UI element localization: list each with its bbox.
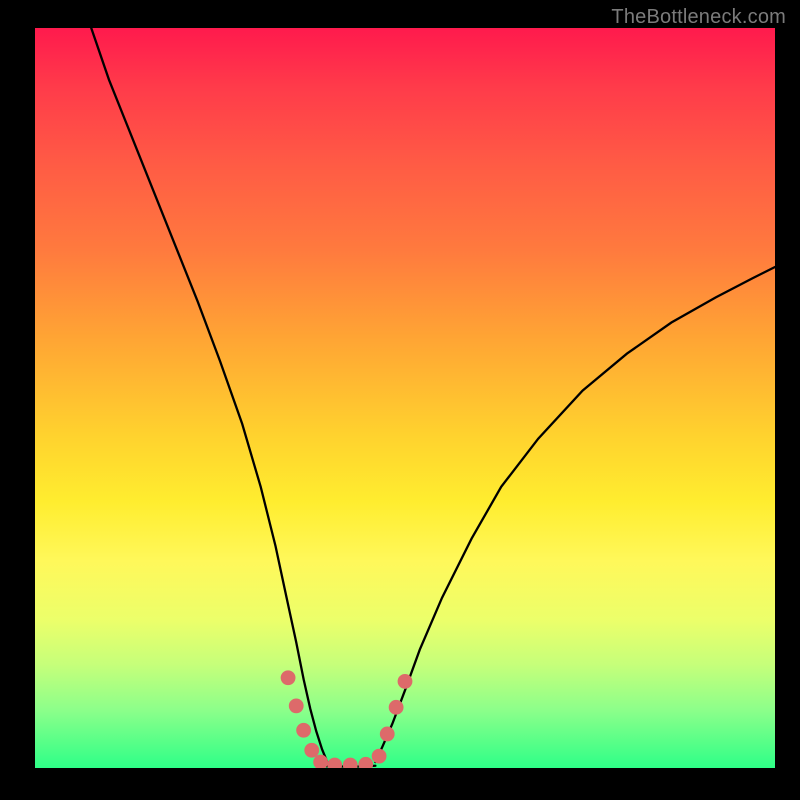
marker-dot <box>327 758 342 768</box>
marker-dot <box>304 743 319 758</box>
right-curve <box>375 267 775 762</box>
watermark-text: TheBottleneck.com <box>611 6 786 29</box>
marker-dot <box>358 757 373 768</box>
marker-dot <box>343 758 358 768</box>
left-curve <box>91 28 327 762</box>
marker-dot <box>380 727 395 742</box>
marker-dot <box>398 674 413 689</box>
marker-dot <box>372 749 387 764</box>
marker-dot <box>289 698 304 713</box>
chart-frame: TheBottleneck.com <box>0 0 800 800</box>
marker-dot <box>389 700 404 715</box>
marker-dot <box>281 670 296 685</box>
salmon-markers <box>281 670 413 768</box>
curves-svg <box>35 28 775 768</box>
marker-dot <box>296 723 311 738</box>
plot-area <box>35 28 775 768</box>
